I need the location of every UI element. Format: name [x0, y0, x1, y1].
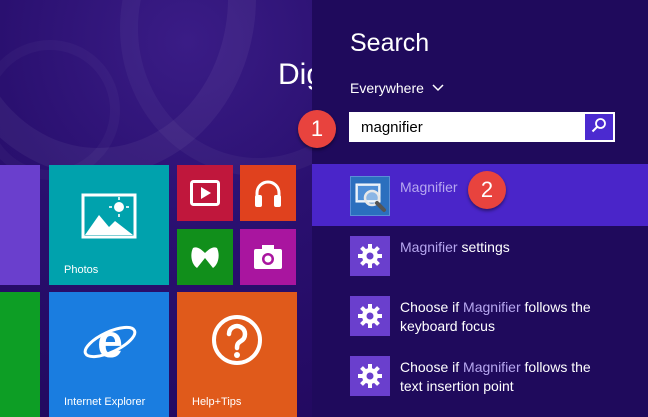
result-text-line2: text insertion point [400, 378, 514, 394]
search-input[interactable] [350, 113, 584, 141]
result-text: follows the [520, 359, 591, 375]
gear-icon [350, 236, 390, 276]
tile-partial-left[interactable] [0, 165, 40, 285]
result-text: settings [457, 239, 510, 255]
search-button[interactable] [585, 114, 613, 140]
tile-video[interactable] [177, 165, 233, 221]
internet-explorer-icon: e [81, 315, 139, 375]
search-scope-label: Everywhere [350, 80, 424, 96]
search-result-magnifier-settings[interactable]: Magnifier settings [312, 228, 648, 280]
svg-text:e: e [97, 316, 123, 367]
search-box [349, 112, 615, 142]
result-highlight: Magnifier [463, 299, 521, 315]
tile-photos[interactable]: Photos [49, 165, 169, 285]
tile-internet-explorer[interactable]: e Internet Explorer [49, 292, 169, 417]
tile-camera[interactable] [240, 229, 296, 285]
tile-partial-left[interactable] [0, 292, 40, 417]
tile-help-tips[interactable]: Help+Tips [177, 292, 297, 417]
annotation-badge-2: 2 [468, 171, 506, 209]
result-text: Choose if [400, 299, 464, 315]
gear-icon [350, 296, 390, 336]
search-result-keyboard-focus[interactable]: Choose if Magnifier follows the keyboard… [312, 288, 648, 346]
tile-music[interactable] [240, 165, 296, 221]
user-name: Dig [278, 58, 312, 91]
result-text: follows the [520, 299, 591, 315]
camera-icon [253, 244, 283, 275]
chevron-down-icon [432, 84, 444, 92]
result-highlight: Magnifier [400, 179, 458, 195]
result-text-line2: keyboard focus [400, 318, 495, 334]
video-icon [190, 180, 220, 211]
search-scope-dropdown[interactable]: Everywhere [350, 80, 444, 96]
result-highlight: Magnifier [400, 239, 458, 255]
start-screen: Dig Photos [0, 0, 312, 417]
xbox-icon [189, 242, 221, 277]
tile-label: Photos [64, 264, 99, 276]
annotation-badge-1: 1 [298, 110, 336, 148]
result-text: Choose if [400, 359, 464, 375]
pane-title: Search [350, 29, 430, 57]
search-result-text-insertion[interactable]: Choose if Magnifier follows the text ins… [312, 348, 648, 406]
tile-games[interactable] [177, 229, 233, 285]
result-highlight: Magnifier [463, 359, 521, 375]
tile-label: Help+Tips [192, 396, 242, 408]
tile-label: Internet Explorer [64, 396, 146, 408]
help-icon [211, 314, 263, 371]
headphones-icon [252, 177, 284, 214]
photos-icon [81, 193, 137, 244]
gear-icon [350, 356, 390, 396]
magnifier-app-icon [350, 176, 390, 216]
search-icon [591, 117, 607, 138]
